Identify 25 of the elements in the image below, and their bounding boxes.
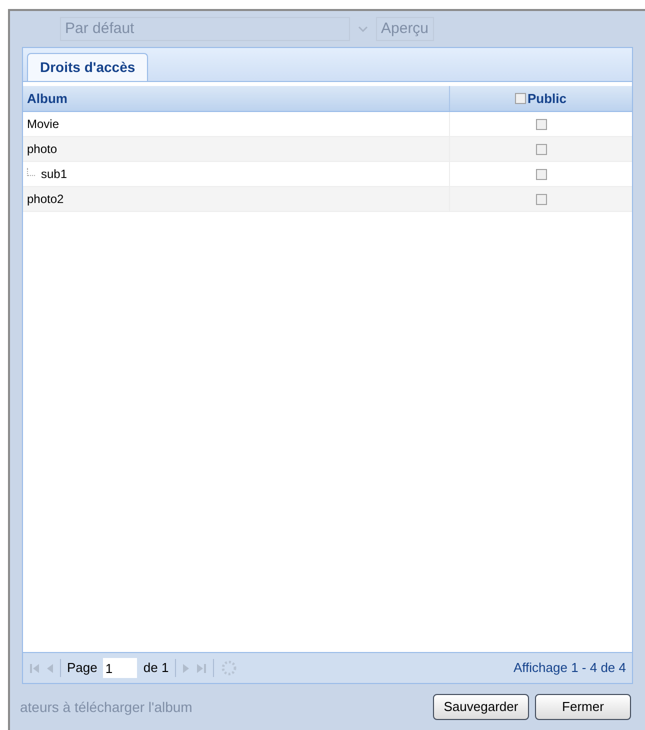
tree-line-icon [27,168,35,176]
dialog-button[interactable]: Fermer [535,694,631,720]
next-page-icon[interactable] [182,662,190,674]
last-page-icon[interactable] [196,662,207,674]
tab[interactable]: Droits d'accès [27,53,148,81]
background-text: ateurs à télécharger l'album [20,698,192,717]
checkbox[interactable] [515,93,526,104]
paging-summary: Affichage 1 - 4 de 4 [513,659,626,678]
column-header[interactable]: Album [23,86,450,111]
checkbox[interactable] [536,168,546,180]
album-name: Movie [27,116,60,133]
checkbox[interactable] [536,118,546,130]
refresh-icon[interactable] [220,659,238,677]
album-name: sub1 [41,166,68,183]
dialog-button[interactable]: Sauvegarder [433,694,529,720]
page-count: de 1 [143,659,169,678]
page-label: Page [67,659,98,678]
album-name: photo2 [27,191,64,208]
previous-page-icon[interactable] [46,662,54,674]
column-header[interactable]: Public [527,88,566,108]
page-field[interactable]: 1 [103,658,138,678]
album-name: photo [27,141,58,158]
checkbox[interactable] [536,194,546,204]
first-page-icon[interactable] [29,662,40,674]
checkbox[interactable] [536,144,546,154]
